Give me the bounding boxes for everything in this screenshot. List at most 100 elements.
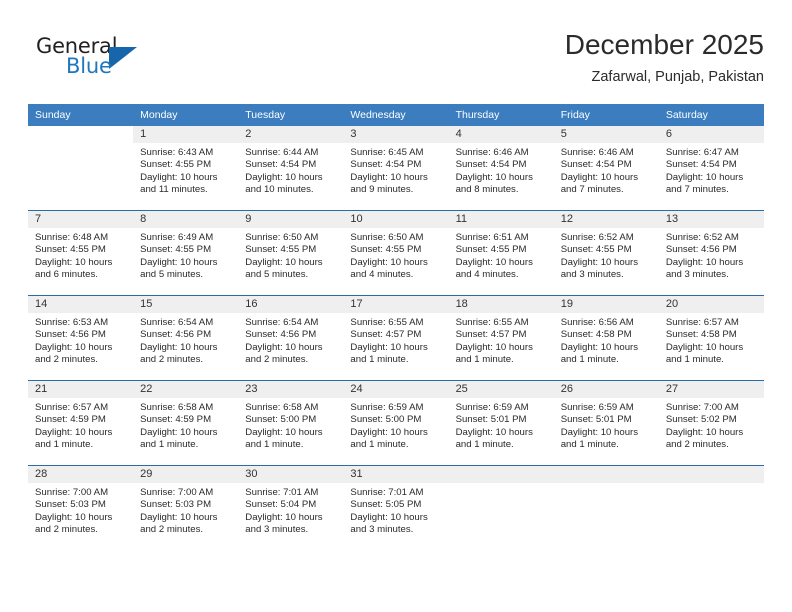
day-cell-30[interactable]: 30 Sunrise: 7:01 AM Sunset: 5:04 PM Dayligh…: [238, 466, 344, 550]
calendar-day-cell[interactable]: 12 Sunrise: 6:52 AM Sunset: 4:55 PM Dayligh…: [553, 210, 659, 296]
day-cell-3[interactable]: 3 Sunrise: 6:45 AM Sunset: 4:54 PM Daylight…: [343, 126, 449, 210]
day-cell-24[interactable]: 24 Sunrise: 6:59 AM Sunset: 5:00 PM Dayligh…: [343, 381, 449, 465]
calendar-day-cell[interactable]: 30 Sunrise: 7:01 AM Sunset: 5:04 PM Dayligh…: [238, 465, 344, 550]
calendar-day-cell[interactable]: 13 Sunrise: 6:52 AM Sunset: 4:56 PM Dayligh…: [658, 210, 764, 296]
day-sun-info: Sunrise: 7:01 AM Sunset: 5:04 PM Daylight:…: [238, 483, 343, 537]
calendar-day-cell[interactable]: 26 Sunrise: 6:59 AM Sunset: 5:01 PM Dayligh…: [553, 380, 659, 466]
calendar-day-cell[interactable]: 23 Sunrise: 6:58 AM Sunset: 5:00 PM Dayligh…: [238, 380, 344, 466]
day-number: 9: [238, 211, 344, 228]
day-cell-7[interactable]: 7 Sunrise: 6:48 AM Sunset: 4:55 PM Daylight…: [28, 211, 134, 295]
day-sun-info: Sunrise: 7:00 AM Sunset: 5:03 PM Daylight:…: [28, 483, 133, 537]
calendar-day-cell[interactable]: 17 Sunrise: 6:55 AM Sunset: 4:57 PM Dayligh…: [343, 295, 449, 381]
daylight-text-line2: and 1 minute.: [35, 439, 94, 451]
sunrise-text: Sunrise: 7:01 AM: [350, 487, 424, 498]
daylight-text-line1: Daylight: 10 hours: [560, 171, 639, 183]
calendar-day-cell[interactable]: 24 Sunrise: 6:59 AM Sunset: 5:00 PM Dayligh…: [343, 380, 449, 466]
day-number: 20: [658, 296, 764, 313]
calendar-week-row: 7 Sunrise: 6:48 AM Sunset: 4:55 PM Daylight…: [28, 210, 764, 296]
day-cell-9[interactable]: 9 Sunrise: 6:50 AM Sunset: 4:55 PM Daylight…: [238, 211, 344, 295]
day-number: 1: [133, 126, 239, 143]
sunset-text: Sunset: 4:58 PM: [665, 329, 737, 341]
calendar-day-cell[interactable]: 4 Sunrise: 6:46 AM Sunset: 4:54 PM Daylight…: [448, 126, 554, 211]
title-block: December 2025 Zafarwal, Punjab, Pakistan: [565, 28, 764, 88]
day-cell-1[interactable]: 1 Sunrise: 6:43 AM Sunset: 4:55 PM Daylight…: [133, 126, 239, 210]
day-cell-6[interactable]: 6 Sunrise: 6:47 AM Sunset: 4:54 PM Daylight…: [658, 126, 764, 210]
daylight-text-line1: Daylight: 10 hours: [35, 426, 113, 438]
day-cell-14[interactable]: 14 Sunrise: 6:53 AM Sunset: 4:56 PM Dayligh…: [28, 296, 134, 380]
day-cell-19[interactable]: 19 Sunrise: 6:56 AM Sunset: 4:58 PM Dayligh…: [553, 296, 659, 380]
calendar-day-cell[interactable]: 5 Sunrise: 6:46 AM Sunset: 4:54 PM Daylight…: [553, 126, 659, 211]
daylight-text-line1: Daylight: 10 hours: [140, 341, 218, 353]
calendar-day-cell[interactable]: 3 Sunrise: 6:45 AM Sunset: 4:54 PM Daylight…: [343, 126, 449, 211]
day-cell-12[interactable]: 12 Sunrise: 6:52 AM Sunset: 4:55 PM Dayligh…: [553, 211, 659, 295]
day-number: [658, 466, 764, 483]
day-cell-27[interactable]: 27 Sunrise: 7:00 AM Sunset: 5:02 PM Dayligh…: [658, 381, 764, 465]
calendar-day-cell[interactable]: 7 Sunrise: 6:48 AM Sunset: 4:55 PM Daylight…: [28, 210, 134, 296]
day-cell-23[interactable]: 23 Sunrise: 6:58 AM Sunset: 5:00 PM Dayligh…: [238, 381, 344, 465]
day-cell-4[interactable]: 4 Sunrise: 6:46 AM Sunset: 4:54 PM Daylight…: [448, 126, 554, 210]
day-number: 17: [343, 296, 449, 313]
calendar-day-cell[interactable]: 28 Sunrise: 7:00 AM Sunset: 5:03 PM Dayligh…: [28, 465, 134, 550]
calendar-day-cell[interactable]: 6 Sunrise: 6:47 AM Sunset: 4:54 PM Daylight…: [658, 126, 764, 211]
daylight-text-line2: and 10 minutes.: [245, 184, 314, 196]
day-cell-15[interactable]: 15 Sunrise: 6:54 AM Sunset: 4:56 PM Dayligh…: [133, 296, 239, 380]
calendar-table: Sunday Monday Tuesday Wednesday Thursday…: [28, 104, 764, 550]
day-cell-11[interactable]: 11 Sunrise: 6:51 AM Sunset: 4:55 PM Dayligh…: [448, 211, 554, 295]
calendar-day-cell[interactable]: 29 Sunrise: 7:00 AM Sunset: 5:03 PM Dayligh…: [133, 465, 239, 550]
calendar-day-cell[interactable]: 14 Sunrise: 6:53 AM Sunset: 4:56 PM Dayligh…: [28, 295, 134, 381]
sunset-text: Sunset: 4:54 PM: [560, 159, 632, 171]
day-cell-10[interactable]: 10 Sunrise: 6:50 AM Sunset: 4:55 PM Dayligh…: [343, 211, 449, 295]
day-cell-empty: [658, 466, 764, 550]
day-sun-info: Sunrise: 6:52 AM Sunset: 4:56 PM Daylight:…: [659, 228, 764, 282]
calendar-day-cell[interactable]: 1 Sunrise: 6:43 AM Sunset: 4:55 PM Daylight…: [133, 126, 239, 211]
day-cell-empty: [28, 126, 134, 210]
calendar-day-cell[interactable]: 25 Sunrise: 6:59 AM Sunset: 5:01 PM Dayligh…: [448, 380, 554, 466]
day-cell-25[interactable]: 25 Sunrise: 6:59 AM Sunset: 5:01 PM Dayligh…: [448, 381, 554, 465]
calendar-day-cell[interactable]: [28, 126, 134, 211]
day-cell-29[interactable]: 29 Sunrise: 7:00 AM Sunset: 5:03 PM Dayligh…: [133, 466, 239, 550]
calendar-day-cell[interactable]: 11 Sunrise: 6:51 AM Sunset: 4:55 PM Dayligh…: [448, 210, 554, 296]
day-cell-18[interactable]: 18 Sunrise: 6:55 AM Sunset: 4:57 PM Dayligh…: [448, 296, 554, 380]
calendar-day-cell[interactable]: [448, 465, 554, 550]
day-cell-28[interactable]: 28 Sunrise: 7:00 AM Sunset: 5:03 PM Dayligh…: [28, 466, 134, 550]
day-cell-31[interactable]: 31 Sunrise: 7:01 AM Sunset: 5:05 PM Dayligh…: [343, 466, 449, 550]
calendar-day-cell[interactable]: 20 Sunrise: 6:57 AM Sunset: 4:58 PM Dayligh…: [658, 295, 764, 381]
day-cell-16[interactable]: 16 Sunrise: 6:54 AM Sunset: 4:56 PM Dayligh…: [238, 296, 344, 380]
calendar-day-cell[interactable]: 27 Sunrise: 7:00 AM Sunset: 5:02 PM Dayligh…: [658, 380, 764, 466]
calendar-day-cell[interactable]: 2 Sunrise: 6:44 AM Sunset: 4:54 PM Daylight…: [238, 126, 344, 211]
calendar-day-cell[interactable]: 15 Sunrise: 6:54 AM Sunset: 4:56 PM Dayligh…: [133, 295, 239, 381]
day-cell-5[interactable]: 5 Sunrise: 6:46 AM Sunset: 4:54 PM Daylight…: [553, 126, 659, 210]
calendar-day-cell[interactable]: 21 Sunrise: 6:57 AM Sunset: 4:59 PM Dayligh…: [28, 380, 134, 466]
day-cell-20[interactable]: 20 Sunrise: 6:57 AM Sunset: 4:58 PM Dayligh…: [658, 296, 764, 380]
calendar-day-cell[interactable]: 22 Sunrise: 6:58 AM Sunset: 4:59 PM Dayligh…: [133, 380, 239, 466]
daylight-text-line2: and 3 minutes.: [665, 269, 729, 281]
day-cell-22[interactable]: 22 Sunrise: 6:58 AM Sunset: 4:59 PM Dayligh…: [133, 381, 239, 465]
calendar-day-cell[interactable]: 18 Sunrise: 6:55 AM Sunset: 4:57 PM Dayligh…: [448, 295, 554, 381]
sunset-text: Sunset: 4:56 PM: [140, 329, 212, 341]
calendar-day-cell[interactable]: 19 Sunrise: 6:56 AM Sunset: 4:58 PM Dayligh…: [553, 295, 659, 381]
calendar-day-cell[interactable]: 16 Sunrise: 6:54 AM Sunset: 4:56 PM Dayligh…: [238, 295, 344, 381]
day-cell-21[interactable]: 21 Sunrise: 6:57 AM Sunset: 4:59 PM Dayligh…: [28, 381, 134, 465]
calendar-day-cell[interactable]: 31 Sunrise: 7:01 AM Sunset: 5:05 PM Dayligh…: [343, 465, 449, 550]
day-cell-26[interactable]: 26 Sunrise: 6:59 AM Sunset: 5:01 PM Dayligh…: [553, 381, 659, 465]
brand-logo[interactable]: General Blue: [36, 34, 166, 86]
calendar-day-cell[interactable]: 8 Sunrise: 6:49 AM Sunset: 4:55 PM Daylight…: [133, 210, 239, 296]
sunset-text: Sunset: 4:55 PM: [140, 159, 212, 171]
daylight-text-line2: and 5 minutes.: [245, 269, 309, 281]
day-sun-info: Sunrise: 6:46 AM Sunset: 4:54 PM Daylight:…: [554, 143, 659, 197]
day-cell-17[interactable]: 17 Sunrise: 6:55 AM Sunset: 4:57 PM Dayligh…: [343, 296, 449, 380]
calendar-day-cell[interactable]: 9 Sunrise: 6:50 AM Sunset: 4:55 PM Daylight…: [238, 210, 344, 296]
day-number: 16: [238, 296, 344, 313]
day-number: 30: [238, 466, 344, 483]
day-cell-empty: [553, 466, 659, 550]
calendar-day-cell[interactable]: [553, 465, 659, 550]
daylight-text-line2: and 8 minutes.: [455, 184, 519, 196]
calendar-day-cell[interactable]: [658, 465, 764, 550]
day-cell-13[interactable]: 13 Sunrise: 6:52 AM Sunset: 4:56 PM Dayligh…: [658, 211, 764, 295]
day-cell-8[interactable]: 8 Sunrise: 6:49 AM Sunset: 4:55 PM Daylight…: [133, 211, 239, 295]
calendar-day-cell[interactable]: 10 Sunrise: 6:50 AM Sunset: 4:55 PM Dayligh…: [343, 210, 449, 296]
day-sun-info: Sunrise: 6:55 AM Sunset: 4:57 PM Daylight:…: [343, 313, 448, 367]
day-cell-2[interactable]: 2 Sunrise: 6:44 AM Sunset: 4:54 PM Daylight…: [238, 126, 344, 210]
day-number: 12: [553, 211, 659, 228]
daylight-text-line2: and 1 minute.: [245, 439, 304, 451]
